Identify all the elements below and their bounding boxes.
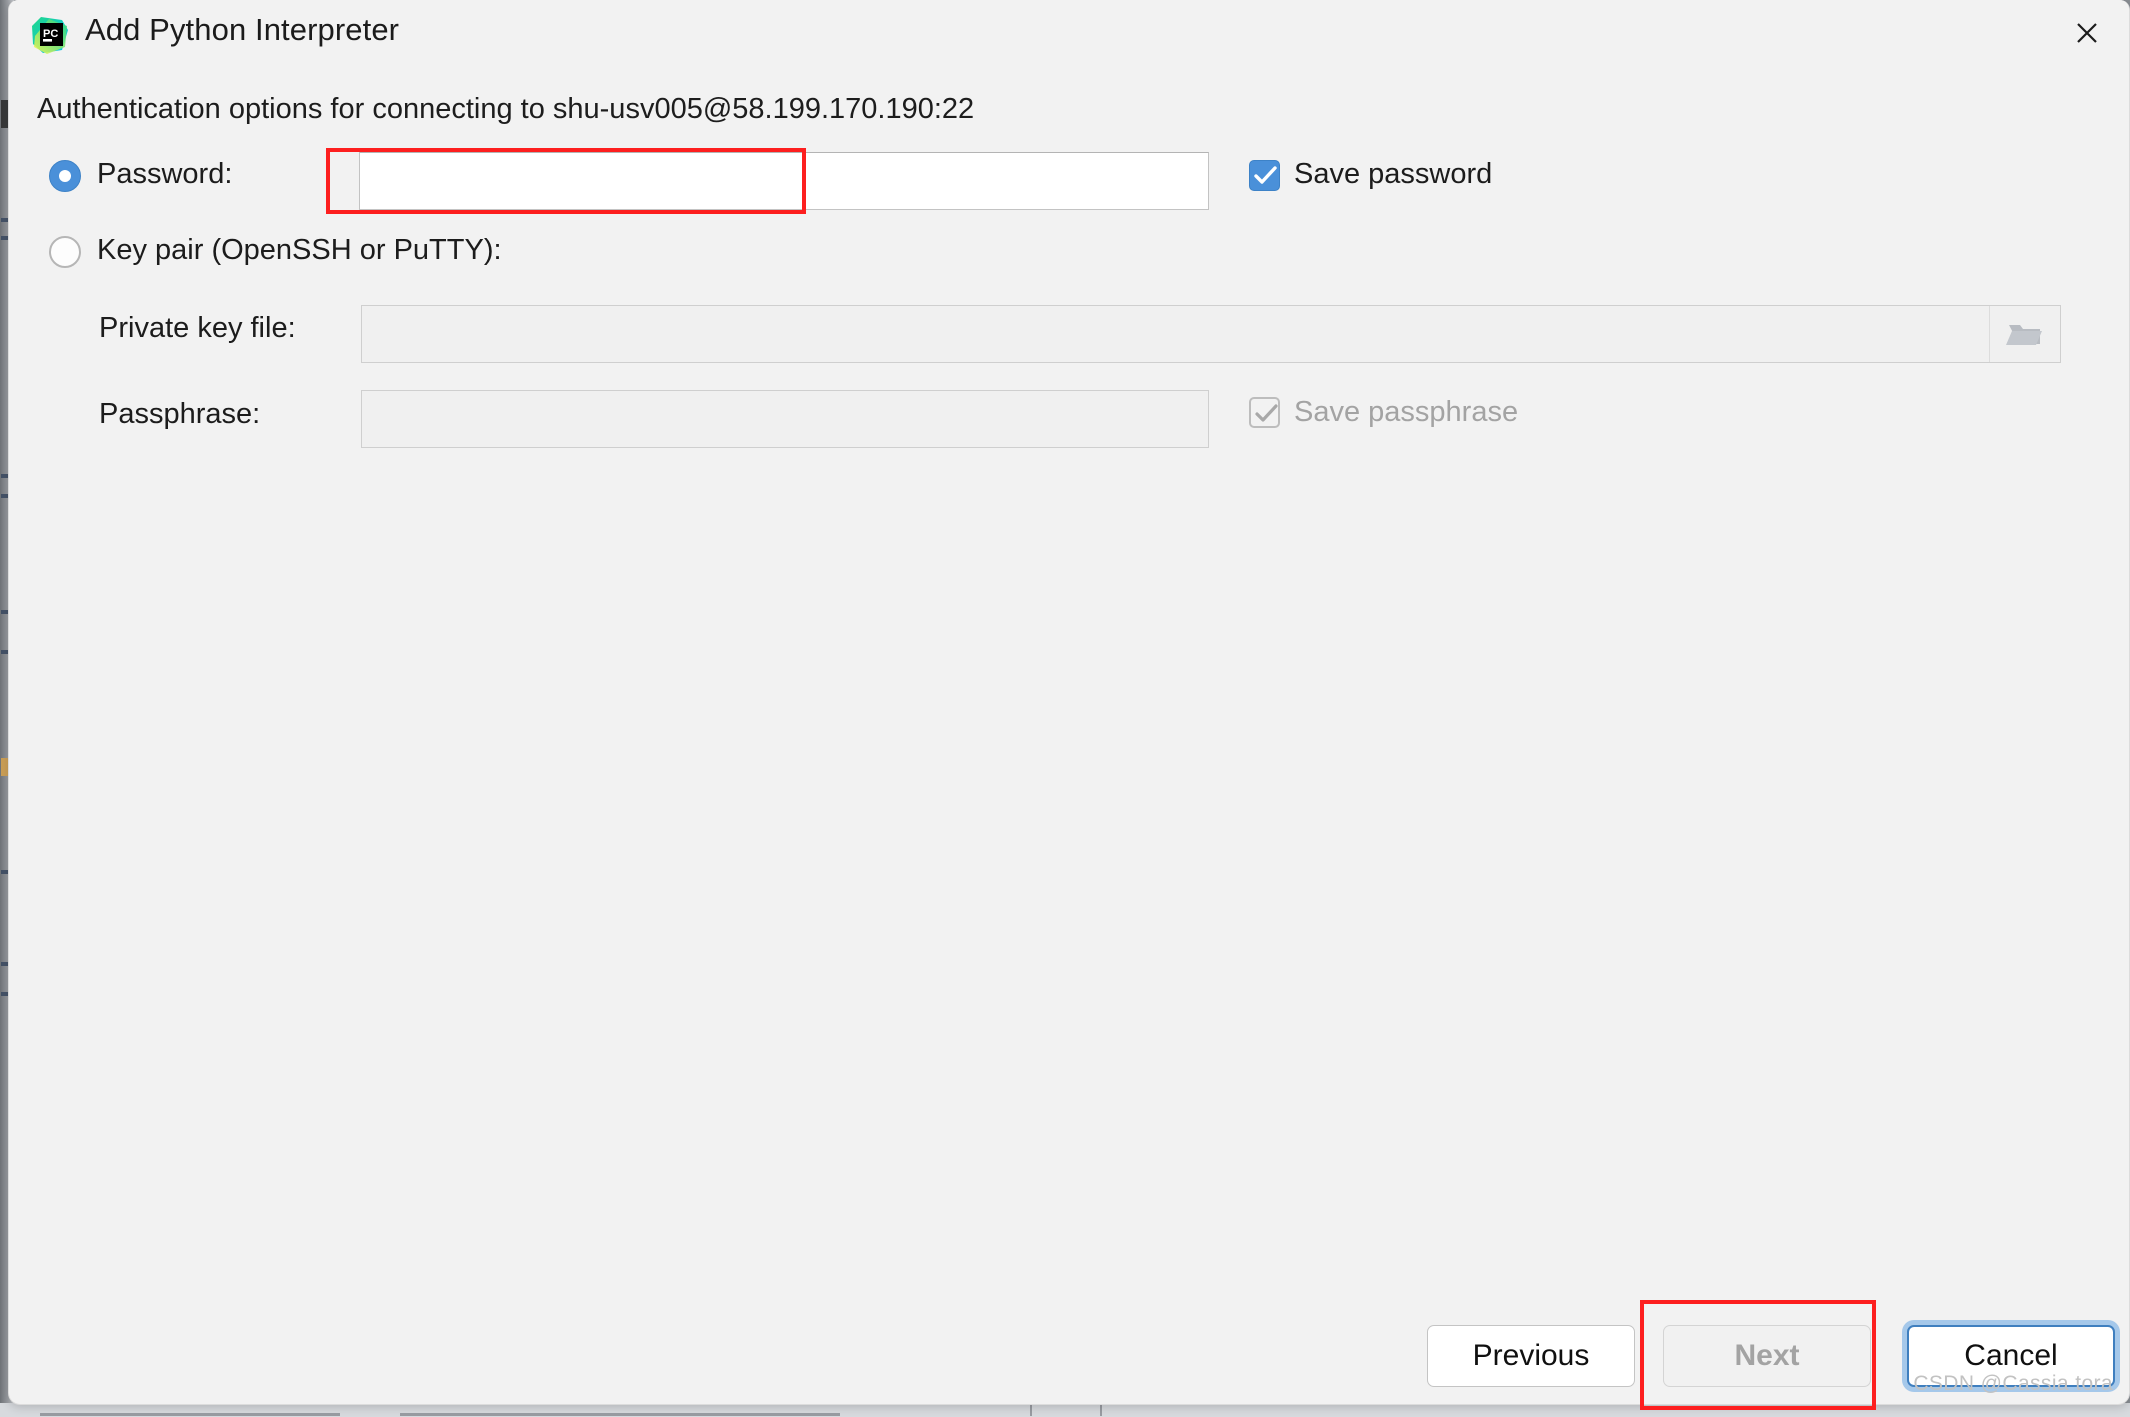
svg-text:PC: PC <box>43 28 58 40</box>
dialog-titlebar: PC Add Python Interpreter <box>9 0 2129 72</box>
radio-password[interactable] <box>49 160 81 192</box>
background-taskbar-line <box>400 1413 840 1416</box>
save-password-checkbox[interactable] <box>1249 160 1280 191</box>
password-field[interactable] <box>359 152 1209 210</box>
pycharm-icon: PC <box>29 14 71 56</box>
private-key-file-label: Private key file: <box>99 312 296 344</box>
close-icon[interactable] <box>2059 8 2115 58</box>
add-python-interpreter-dialog: PC Add Python Interpreter Authentication… <box>8 0 2130 1405</box>
passphrase-label: Passphrase: <box>99 398 261 430</box>
save-passphrase-checkbox[interactable] <box>1249 397 1280 428</box>
background-divider <box>1100 1404 1102 1416</box>
password-input[interactable] <box>360 153 1208 209</box>
dialog-subtitle: Authentication options for connecting to… <box>37 93 975 125</box>
private-key-file-input[interactable] <box>362 306 1990 362</box>
previous-button[interactable]: Previous <box>1427 1325 1635 1387</box>
passphrase-field[interactable] <box>361 390 1209 448</box>
key-pair-label: Key pair (OpenSSH or PuTTY): <box>97 234 502 266</box>
dialog-title: Add Python Interpreter <box>85 12 400 47</box>
next-button[interactable]: Next <box>1663 1325 1871 1387</box>
background-taskbar-line <box>40 1413 340 1416</box>
private-key-file-field[interactable] <box>361 305 2061 363</box>
passphrase-input[interactable] <box>362 391 1208 447</box>
background-divider <box>1030 1404 1032 1416</box>
save-passphrase-label: Save passphrase <box>1294 396 1519 428</box>
password-label: Password: <box>97 158 233 190</box>
background-window-bottom-edge <box>0 1403 2130 1417</box>
folder-icon[interactable] <box>1989 306 2060 362</box>
save-password-label: Save password <box>1294 158 1493 190</box>
watermark: CSDN @Cassia tora <box>1913 1372 2113 1395</box>
radio-key-pair[interactable] <box>49 236 81 268</box>
